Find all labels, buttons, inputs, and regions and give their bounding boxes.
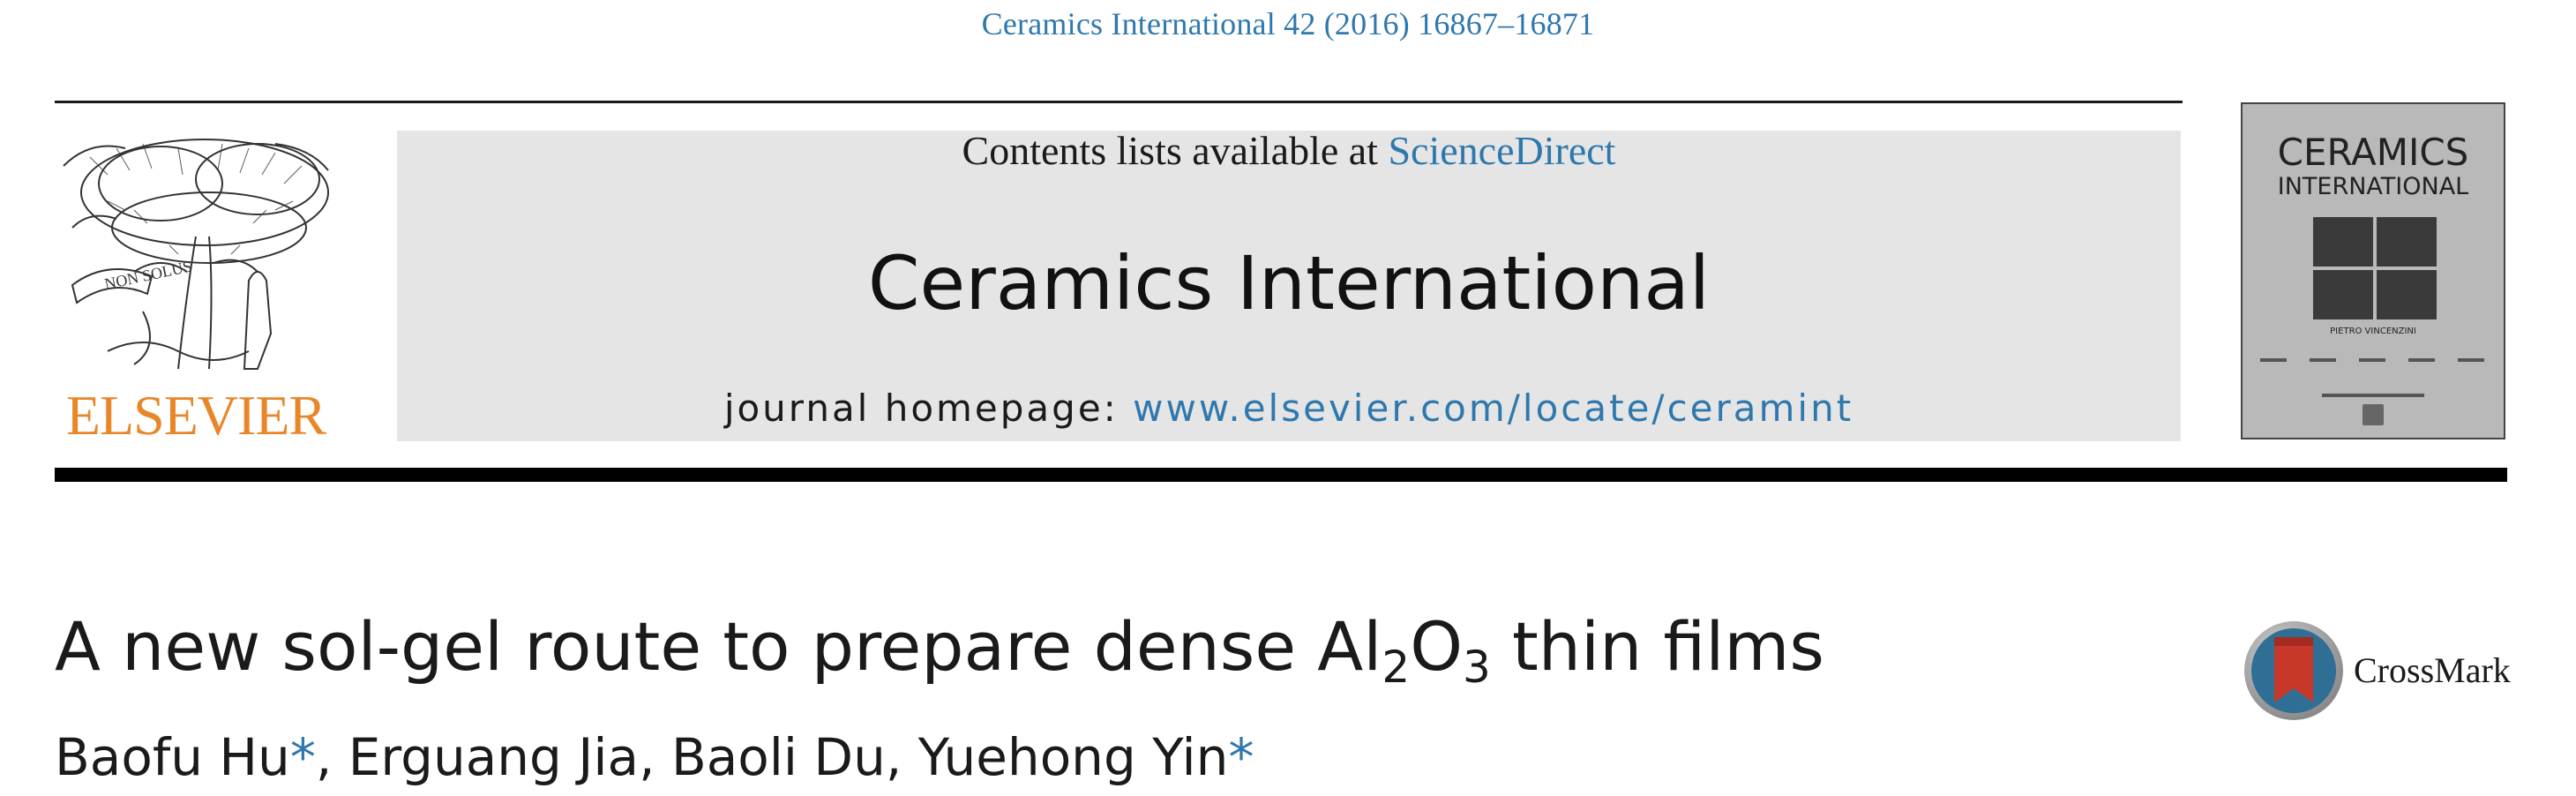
crossmark-label: CrossMark: [2354, 650, 2511, 690]
article-title: A new sol-gel route to prepare dense Al2…: [55, 607, 1825, 689]
cover-editors-row: [2260, 358, 2486, 367]
crossmark-button[interactable]: CrossMark: [2241, 618, 2514, 727]
sciencedirect-link[interactable]: ScienceDirect: [1388, 128, 1615, 173]
author-name: Yuehong Yin: [917, 727, 1229, 787]
journal-citation[interactable]: Ceramics International 42 (2016) 16867–1…: [0, 5, 2576, 55]
author-separator: ,: [639, 727, 671, 787]
journal-citation-text[interactable]: Ceramics International 42 (2016) 16867–1…: [982, 6, 1595, 41]
author-separator: ,: [315, 727, 348, 787]
elsevier-wordmark: ELSEVIER: [65, 384, 326, 447]
cover-title-line1: CERAMICS: [2277, 131, 2469, 174]
title-pre: A new sol-gel route to prepare dense Al: [55, 607, 1382, 686]
header-rule: [55, 101, 2183, 103]
cover-title-line2: INTERNATIONAL: [2277, 173, 2469, 200]
journal-cover-thumbnail[interactable]: CERAMICS INTERNATIONAL PIETRO VINCENZINI: [2241, 102, 2505, 439]
author-list: Baofu Hu*, Erguang Jia, Baoli Du, Yuehon…: [55, 727, 1254, 787]
homepage-prefix: journal homepage:: [723, 387, 1134, 430]
journal-homepage-line: journal homepage: www.elsevier.com/locat…: [397, 387, 2181, 430]
banner-rule: [55, 468, 2507, 482]
contents-prefix: Contents lists available at: [962, 128, 1389, 173]
corresponding-author-link[interactable]: *: [1228, 727, 1254, 787]
title-post: thin films: [1490, 607, 1825, 686]
author-name: Baofu Hu: [55, 727, 290, 787]
contents-line: Contents lists available at ScienceDirec…: [397, 131, 2181, 201]
cover-editor: PIETRO VINCENZINI: [2330, 327, 2416, 336]
journal-homepage-link[interactable]: www.elsevier.com/locate/ceramint: [1133, 387, 1853, 430]
journal-name: Ceramics International: [867, 240, 1711, 327]
elsevier-tree-icon: NON SOLUS: [63, 139, 329, 370]
cover-elsevier-icon: [2363, 404, 2384, 425]
corresponding-author-link[interactable]: *: [290, 727, 316, 787]
elsevier-logo[interactable]: NON SOLUS ELSEVIER: [55, 131, 337, 447]
crossmark-icon: [2244, 621, 2343, 720]
title-sub2: 3: [1463, 642, 1491, 693]
author-name: Baoli Du: [670, 727, 886, 787]
title-sub1: 2: [1382, 642, 1411, 693]
author-separator: ,: [885, 727, 918, 787]
cover-url: [2322, 394, 2424, 397]
title-mid: O: [1410, 607, 1464, 686]
journal-banner: Contents lists available at ScienceDirec…: [397, 131, 2181, 441]
author-name: Erguang Jia: [348, 727, 640, 787]
cover-image-grid: [2313, 217, 2437, 319]
